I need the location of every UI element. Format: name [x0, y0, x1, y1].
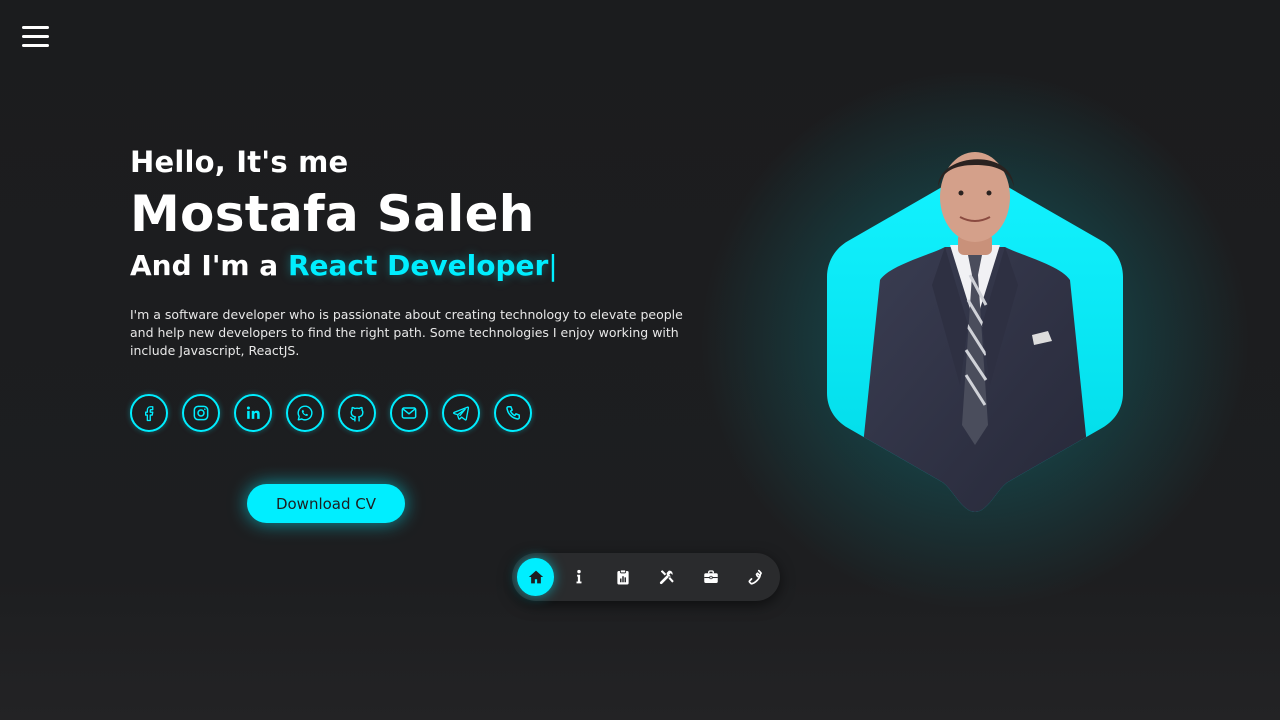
nav-about[interactable] [561, 558, 598, 596]
phone-link[interactable] [494, 394, 532, 432]
hamburger-menu-icon [22, 26, 49, 29]
github-icon [350, 406, 364, 422]
download-cv-button[interactable]: Download CV [247, 484, 405, 523]
nav-resume[interactable] [605, 558, 642, 596]
nav-home[interactable] [517, 558, 555, 596]
linkedin-icon [246, 406, 260, 419]
briefcase-icon [704, 570, 718, 583]
info-icon [577, 569, 582, 584]
hero-role-prefix: And I'm a [130, 249, 288, 282]
page: Hello, It's me Mostafa Saleh And I'm a R… [0, 0, 1280, 720]
menu-line [22, 44, 49, 47]
facebook-link[interactable] [130, 394, 168, 432]
telegram-icon [453, 406, 470, 421]
hero-name: Mostafa Saleh [130, 185, 535, 243]
phone-icon [506, 406, 520, 420]
home-icon [528, 570, 543, 584]
bottom-nav-dock [512, 553, 780, 601]
email-link[interactable] [390, 394, 428, 432]
hero-role-highlight: React Developer [287, 249, 549, 282]
phone-icon [748, 569, 762, 585]
nav-contact[interactable] [736, 558, 773, 596]
tools-icon [659, 570, 674, 585]
github-link[interactable] [338, 394, 376, 432]
hero-greeting: Hello, It's me [130, 145, 349, 179]
instagram-link[interactable] [182, 394, 220, 432]
instagram-icon [193, 405, 209, 421]
menu-button[interactable] [22, 26, 49, 48]
hero-section: Hello, It's me Mostafa Saleh And I'm a R… [130, 145, 710, 432]
nav-skills[interactable] [648, 558, 685, 596]
menu-line [22, 35, 49, 38]
clipboard-icon [617, 569, 629, 585]
whatsapp-link[interactable] [286, 394, 324, 432]
telegram-link[interactable] [442, 394, 480, 432]
linkedin-link[interactable] [234, 394, 272, 432]
whatsapp-icon [297, 405, 313, 421]
facebook-icon [145, 406, 154, 422]
email-icon [401, 407, 417, 419]
hero-bio: I'm a software developer who is passiona… [130, 307, 683, 358]
profile-portrait [827, 152, 1123, 512]
social-links [130, 394, 710, 432]
hero-role: And I'm a React Developer| [130, 249, 710, 282]
typing-cursor: | [548, 249, 558, 282]
nav-portfolio[interactable] [692, 558, 729, 596]
